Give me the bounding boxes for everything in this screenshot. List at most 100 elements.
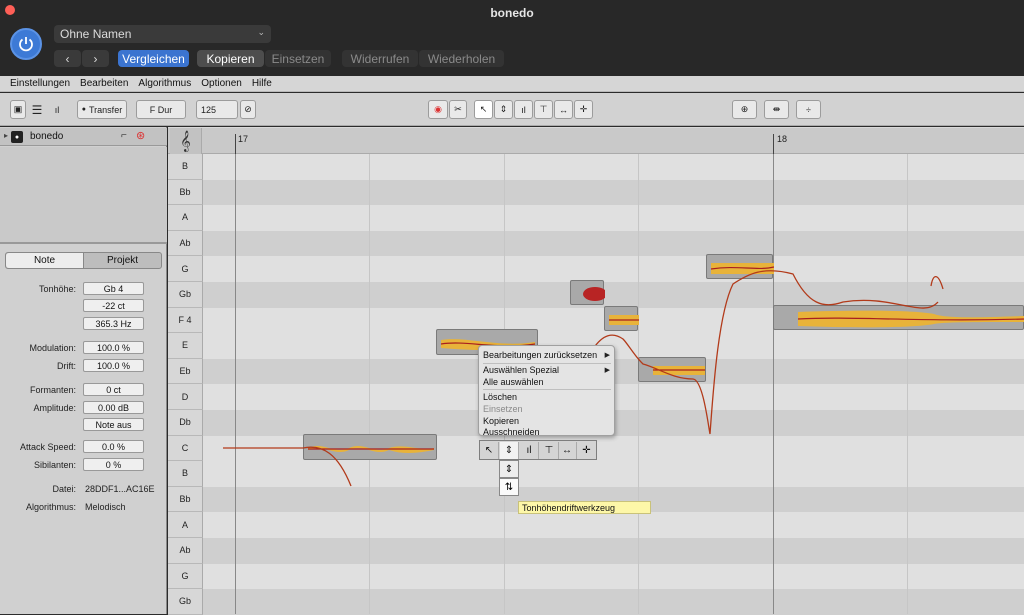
- inspector-toggle-icon[interactable]: ▣: [10, 100, 26, 119]
- track-link-icon[interactable]: ⊛: [136, 129, 145, 142]
- formant-tool-icon[interactable]: ıl: [514, 100, 533, 119]
- pitch-cents-field[interactable]: -22 ct: [83, 299, 144, 312]
- menu-item-delete[interactable]: Löschen: [483, 392, 517, 402]
- time-quantize-icon[interactable]: ⇼: [764, 100, 789, 119]
- auto-tune-icon[interactable]: ◉: [428, 100, 448, 119]
- chevron-right-icon: ›: [93, 51, 98, 66]
- spectrum-icon[interactable]: ıl: [48, 100, 66, 119]
- pitch-key-label: G: [168, 563, 203, 590]
- power-button[interactable]: [10, 28, 42, 60]
- pitch-modulation-tool-icon[interactable]: ⇕: [499, 460, 519, 478]
- time-ruler[interactable]: [168, 128, 1024, 154]
- transfer-label: Transfer: [89, 104, 123, 115]
- sibilants-field[interactable]: 0 %: [83, 458, 144, 471]
- power-icon: [19, 37, 33, 52]
- track-header[interactable]: ▸ ● bonedo ⌐ ⊛: [0, 128, 167, 146]
- paste-button[interactable]: Einsetzen: [265, 50, 331, 67]
- tooltip: Tonhöhendriftwerkzeug: [518, 501, 651, 514]
- pitch-key-label: A: [168, 512, 203, 538]
- submenu-arrow-icon: ▶: [604, 352, 610, 359]
- amplitude-tool-icon[interactable]: ⊤: [540, 442, 559, 459]
- menu-options[interactable]: Optionen: [201, 78, 242, 89]
- menu-item-copy[interactable]: Kopieren: [483, 416, 519, 426]
- split-tool-icon[interactable]: ✛: [577, 442, 596, 459]
- pitch-key-label: Ab: [168, 538, 203, 564]
- pitch-tool-icon[interactable]: ⇕: [500, 442, 519, 459]
- pointer-tool-icon[interactable]: ↖: [480, 442, 499, 459]
- pitch-key-label: D: [168, 384, 203, 410]
- track-record-icon[interactable]: ●: [11, 131, 23, 143]
- undo-button[interactable]: Widerrufen: [342, 50, 418, 67]
- pitch-drift-tool-icon[interactable]: ⇅: [499, 478, 519, 496]
- formants-label: Formanten:: [29, 385, 76, 395]
- pointer-tool-icon[interactable]: ↖: [474, 100, 493, 119]
- menu-algorithm[interactable]: Algorithmus: [138, 78, 191, 89]
- preset-back-button[interactable]: ‹: [54, 50, 81, 67]
- pitch-note-field[interactable]: Gb 4: [83, 282, 144, 295]
- menu-help[interactable]: Hilfe: [252, 78, 272, 89]
- pitch-key-label: C: [168, 435, 203, 462]
- pitch-label: Tonhöhe:: [38, 284, 76, 294]
- sibilants-label: Sibilanten:: [33, 460, 76, 470]
- pitch-key-label: F 4: [168, 307, 203, 334]
- bar-tick: [773, 134, 774, 154]
- pitch-key-label: G: [168, 256, 203, 282]
- pitch-key-label: A: [168, 205, 203, 231]
- key-selector[interactable]: F Dur: [136, 100, 186, 119]
- track-edit-icon[interactable]: ⌐: [121, 130, 127, 141]
- attack-label: Attack Speed:: [19, 442, 76, 452]
- quantize-icon[interactable]: ⊕: [732, 100, 757, 119]
- pitch-straighten-icon[interactable]: ÷: [796, 100, 821, 119]
- transfer-button[interactable]: ● Transfer: [77, 100, 127, 119]
- menu-edit[interactable]: Bearbeiten: [80, 78, 128, 89]
- pitch-key-label: Bb: [168, 179, 203, 206]
- tool-palette: ↖ ⇕ ıl ⊤ ↔ ✛: [479, 440, 597, 460]
- mixer-icon[interactable]: ☰: [28, 100, 46, 119]
- attack-field[interactable]: 0.0 %: [83, 440, 144, 453]
- compare-button[interactable]: Vergleichen: [118, 50, 189, 67]
- pitch-key-label: Db: [168, 410, 203, 436]
- amplitude-label: Amplitude:: [33, 403, 76, 413]
- menu-item-paste: Einsetzen: [483, 404, 523, 414]
- menu-item-reset-edits[interactable]: Bearbeitungen zurücksetzen: [483, 350, 597, 360]
- submenu-arrow-icon: ▶: [604, 367, 610, 374]
- time-tool-icon[interactable]: ↔: [558, 442, 577, 459]
- redo-button[interactable]: Wiederholen: [419, 50, 504, 67]
- pitch-key-label: Eb: [168, 358, 203, 385]
- algorithm-label: Algorithmus:: [25, 502, 76, 512]
- formants-field[interactable]: 0 ct: [83, 383, 144, 396]
- preset-dropdown[interactable]: Ohne Namen ⌄: [54, 25, 271, 43]
- tab-project[interactable]: Projekt: [84, 253, 161, 268]
- context-menu: Bearbeitungen zurücksetzen ▶ Auswählen S…: [478, 345, 615, 437]
- menu-item-select-special[interactable]: Auswählen Spezial: [483, 365, 559, 375]
- amplitude-tool-icon[interactable]: ⊤: [534, 100, 553, 119]
- clef-icon[interactable]: 𝄞: [170, 128, 202, 154]
- track-list-area: [0, 147, 167, 244]
- formant-tool-icon[interactable]: ıl: [520, 442, 539, 459]
- time-tool-icon[interactable]: ↔: [554, 100, 573, 119]
- copy-button[interactable]: Kopieren: [197, 50, 264, 67]
- modulation-field[interactable]: 100.0 %: [83, 341, 144, 354]
- menu-item-cut[interactable]: Ausschneiden: [483, 427, 540, 437]
- bar-number: 17: [238, 134, 249, 144]
- expand-icon[interactable]: ▸: [4, 131, 8, 140]
- menu-item-select-all[interactable]: Alle auswählen: [483, 377, 544, 387]
- preset-forward-button[interactable]: ›: [82, 50, 109, 67]
- menu-bar: Einstellungen Bearbeiten Algorithmus Opt…: [0, 76, 1024, 92]
- note-off-button[interactable]: Note aus: [83, 418, 144, 431]
- inspector-tabs: Note Projekt: [5, 252, 162, 269]
- pitch-tool-icon[interactable]: ⇕: [494, 100, 513, 119]
- pitch-hz-field[interactable]: 365.3 Hz: [83, 317, 144, 330]
- algorithm-value: Melodisch: [85, 502, 126, 512]
- file-label: Datei:: [52, 484, 76, 494]
- tempo-field[interactable]: 125: [196, 100, 238, 119]
- drift-field[interactable]: 100.0 %: [83, 359, 144, 372]
- amplitude-field[interactable]: 0.00 dB: [83, 401, 144, 414]
- split-tool-icon[interactable]: ✛: [574, 100, 593, 119]
- pitch-key-label: B: [168, 154, 203, 180]
- link-icon[interactable]: ⊘: [240, 100, 256, 119]
- scissors-icon[interactable]: ✂: [449, 100, 467, 119]
- tab-note[interactable]: Note: [6, 253, 84, 268]
- record-dot-icon: ●: [81, 106, 87, 113]
- menu-settings[interactable]: Einstellungen: [10, 78, 70, 89]
